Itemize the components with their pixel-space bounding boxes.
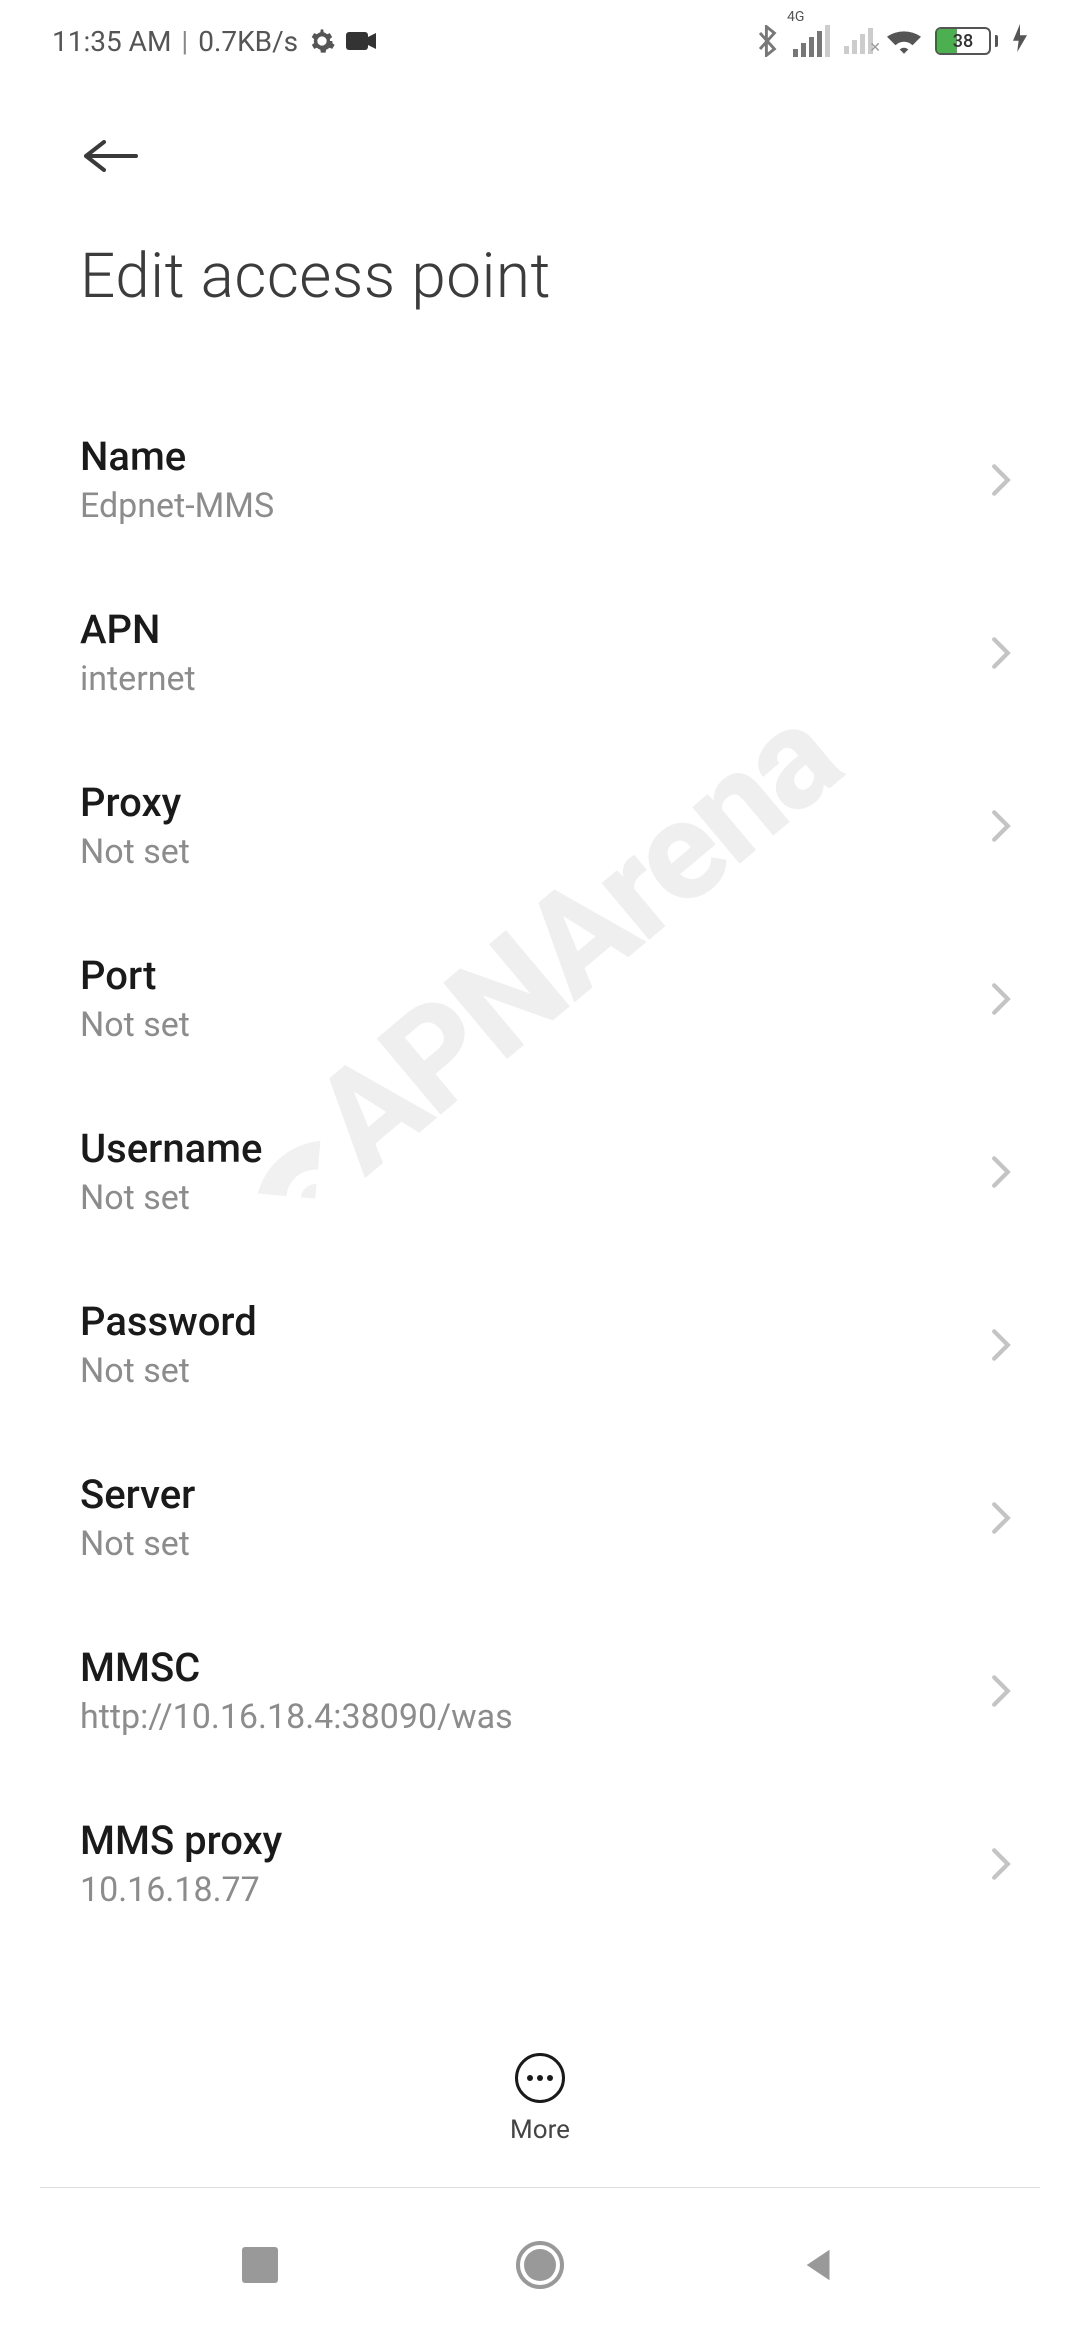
status-data-rate: 0.7KB/s xyxy=(198,25,298,58)
back-button[interactable] xyxy=(80,126,140,186)
setting-row-name[interactable]: Name Edpnet-MMS xyxy=(0,393,1080,566)
setting-label: Password xyxy=(80,1298,257,1345)
chevron-right-icon xyxy=(990,1849,1020,1879)
page-title: Edit access point xyxy=(0,186,1080,343)
setting-value: 10.16.18.77 xyxy=(80,1870,282,1910)
setting-value: Not set xyxy=(80,1524,195,1564)
setting-label: Username xyxy=(80,1125,262,1172)
setting-row-server[interactable]: Server Not set xyxy=(0,1431,1080,1604)
gear-icon xyxy=(308,27,336,55)
setting-row-proxy[interactable]: Proxy Not set xyxy=(0,739,1080,912)
setting-row-password[interactable]: Password Not set xyxy=(0,1258,1080,1431)
setting-value: Not set xyxy=(80,1351,257,1391)
chevron-right-icon xyxy=(990,638,1020,668)
setting-value: internet xyxy=(80,659,196,699)
chevron-right-icon xyxy=(990,984,1020,1014)
nav-recents-button[interactable] xyxy=(235,2240,285,2290)
setting-label: Server xyxy=(80,1471,195,1518)
navigation-bar xyxy=(0,2190,1080,2340)
chevron-right-icon xyxy=(990,1330,1020,1360)
setting-row-username[interactable]: Username Not set xyxy=(0,1085,1080,1258)
chevron-right-icon xyxy=(990,1157,1020,1187)
setting-row-apn[interactable]: APN internet xyxy=(0,566,1080,739)
wifi-icon xyxy=(887,28,921,54)
camera-icon xyxy=(346,30,378,52)
setting-label: Name xyxy=(80,433,274,480)
more-label: More xyxy=(510,2115,570,2145)
setting-label: Proxy xyxy=(80,779,190,826)
setting-value: Not set xyxy=(80,1178,262,1218)
bluetooth-icon xyxy=(757,25,779,57)
settings-list: Name Edpnet-MMS APN internet Proxy Not s… xyxy=(0,343,1080,1950)
setting-value: Not set xyxy=(80,832,190,872)
nav-home-button[interactable] xyxy=(515,2240,565,2290)
chevron-right-icon xyxy=(990,1676,1020,1706)
setting-row-mms-proxy[interactable]: MMS proxy 10.16.18.77 xyxy=(0,1777,1080,1950)
setting-label: MMS proxy xyxy=(80,1817,282,1864)
signal-secondary-icon: ✕ xyxy=(844,28,873,54)
charging-icon xyxy=(1012,24,1028,58)
chevron-right-icon xyxy=(990,811,1020,841)
setting-label: Port xyxy=(80,952,190,999)
setting-value: http://10.16.18.4:38090/was xyxy=(80,1697,513,1737)
setting-label: APN xyxy=(80,606,196,653)
status-time: 11:35 AM xyxy=(52,25,171,58)
setting-row-mmsc[interactable]: MMSC http://10.16.18.4:38090/was xyxy=(0,1604,1080,1777)
more-button[interactable]: More xyxy=(0,2033,1080,2145)
battery-icon: 38 xyxy=(935,27,998,55)
setting-value: Not set xyxy=(80,1005,190,1045)
nav-back-button[interactable] xyxy=(795,2240,845,2290)
chevron-right-icon xyxy=(990,1503,1020,1533)
setting-value: Edpnet-MMS xyxy=(80,486,274,526)
more-icon xyxy=(515,2053,565,2103)
chevron-right-icon xyxy=(990,465,1020,495)
setting-row-port[interactable]: Port Not set xyxy=(0,912,1080,1085)
setting-label: MMSC xyxy=(80,1644,513,1691)
signal-4g-icon: 4G xyxy=(793,25,830,57)
status-bar: 11:35 AM | 0.7KB/s 4G ✕ xyxy=(0,0,1080,70)
